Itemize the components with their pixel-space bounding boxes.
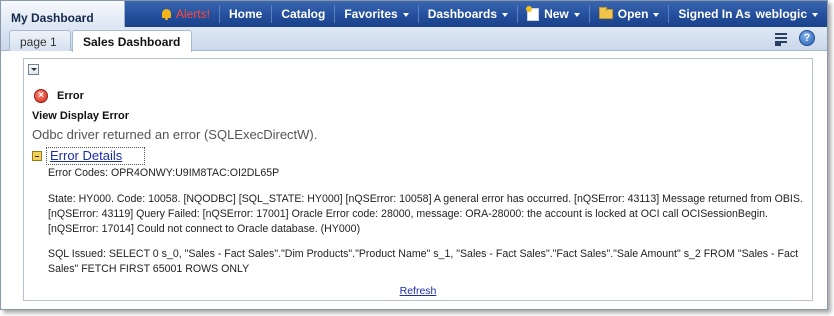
tab-label: page 1 bbox=[20, 35, 57, 49]
folder-icon bbox=[598, 7, 613, 19]
dashboards-menu[interactable]: Dashboards bbox=[417, 5, 517, 23]
new-menu[interactable]: New bbox=[517, 5, 589, 23]
page-tools: ? bbox=[775, 30, 815, 46]
error-details-link[interactable]: Error Details bbox=[50, 148, 122, 163]
collapse-icon[interactable] bbox=[28, 64, 39, 75]
global-nav: Alerts! Home Catalog Favorites Dashboard… bbox=[152, 1, 827, 27]
alerts-link[interactable]: Alerts! bbox=[152, 5, 219, 23]
alerts-label: Alerts! bbox=[175, 7, 210, 21]
error-state: State: HY000. Code: 10058. [NQODBC] [SQL… bbox=[48, 193, 803, 235]
global-header: My Dashboard Alerts! Home Catalog Favori… bbox=[1, 1, 827, 29]
home-label: Home bbox=[228, 7, 263, 21]
favorites-menu[interactable]: Favorites bbox=[334, 5, 417, 23]
app-title: My Dashboard bbox=[11, 11, 94, 25]
tab-sales-dashboard[interactable]: Sales Dashboard bbox=[72, 30, 192, 52]
error-header: × Error bbox=[34, 89, 84, 103]
view-display-error-heading: View Display Error bbox=[32, 110, 130, 122]
page-tab-strip: page 1 Sales Dashboard ? bbox=[1, 27, 827, 52]
error-icon: × bbox=[34, 89, 48, 103]
refresh-link[interactable]: Refresh bbox=[24, 285, 812, 297]
catalog-link[interactable]: Catalog bbox=[271, 5, 334, 23]
favorites-label: Favorites bbox=[344, 7, 398, 21]
error-codes: Error Codes: OPR4ONWY:U9IM8TAC:OI2DL65P bbox=[48, 167, 280, 179]
new-label: New bbox=[544, 7, 569, 21]
help-icon[interactable]: ? bbox=[799, 30, 815, 46]
open-menu[interactable]: Open bbox=[588, 5, 669, 23]
user-menu[interactable]: Signed In As weblogic bbox=[668, 5, 827, 23]
minus-box-icon[interactable] bbox=[32, 151, 42, 161]
error-section: × Error View Display Error Odbc driver r… bbox=[23, 58, 813, 301]
page-options-icon[interactable] bbox=[775, 32, 789, 46]
error-title: Error bbox=[57, 90, 84, 102]
sql-issued: SQL Issued: SELECT 0 s_0, "Sales - Fact … bbox=[48, 248, 799, 275]
chevron-down-icon bbox=[402, 13, 409, 17]
chevron-down-icon bbox=[653, 13, 660, 17]
error-message: Odbc driver returned an error (SQLExecDi… bbox=[32, 127, 318, 142]
open-label: Open bbox=[617, 7, 649, 21]
chevron-down-icon bbox=[502, 13, 509, 17]
chevron-down-icon bbox=[573, 13, 580, 17]
tab-page-1[interactable]: page 1 bbox=[9, 30, 71, 51]
catalog-label: Catalog bbox=[281, 7, 326, 21]
signed-in-as-label: Signed In As bbox=[678, 7, 751, 21]
window-frame: My Dashboard Alerts! Home Catalog Favori… bbox=[0, 0, 828, 310]
tab-label: Sales Dashboard bbox=[83, 35, 181, 49]
bell-icon bbox=[161, 8, 172, 21]
home-link[interactable]: Home bbox=[218, 5, 271, 23]
new-document-icon bbox=[526, 5, 540, 21]
username: weblogic bbox=[755, 7, 807, 21]
dashboards-label: Dashboards bbox=[427, 7, 498, 21]
chevron-down-icon bbox=[812, 13, 818, 17]
